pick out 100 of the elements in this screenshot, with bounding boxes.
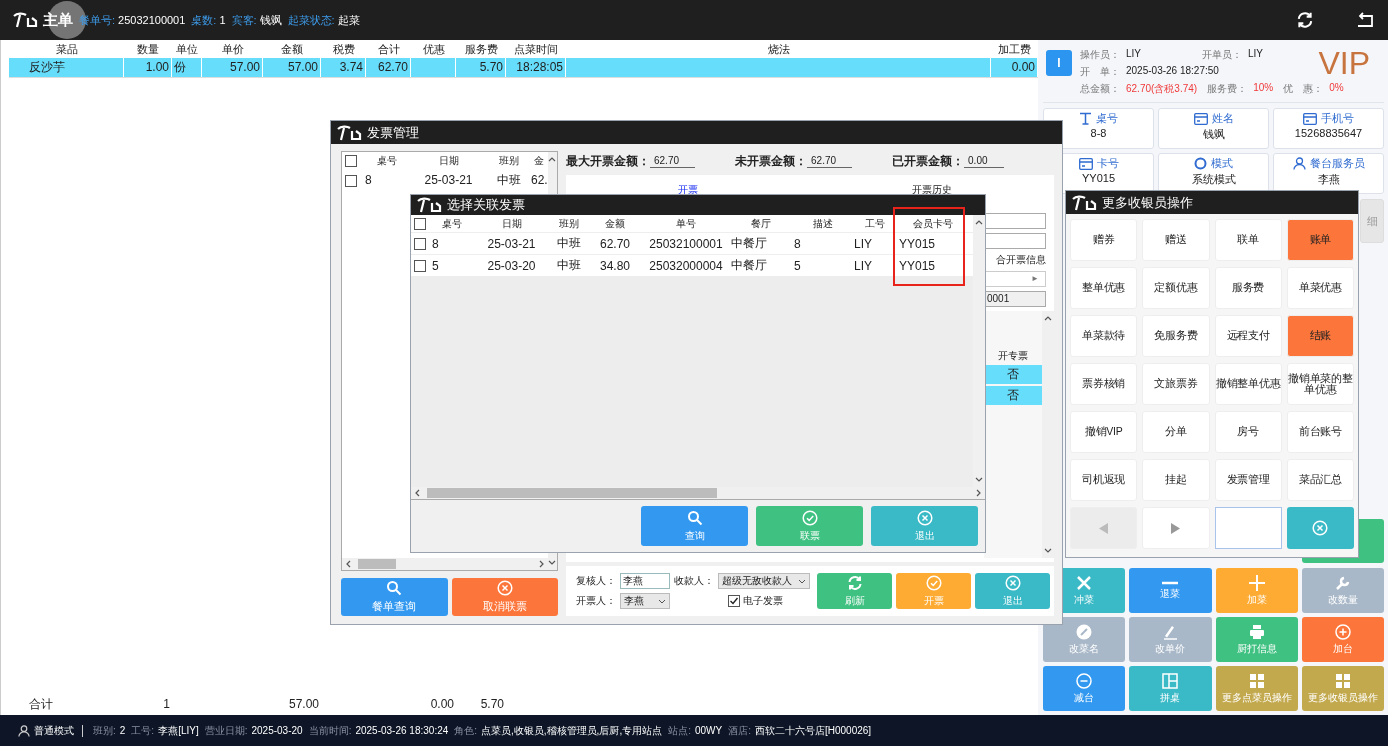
- field-label: 开票人：: [576, 594, 616, 608]
- scrollbar-thumb[interactable]: [427, 488, 717, 498]
- info-label: 服务费：: [1207, 82, 1249, 96]
- table-cell-text: 25-03-21: [423, 173, 474, 187]
- table-cell-text: 25-03-20: [486, 258, 537, 273]
- table-cell: 反沙芋: [9, 58, 124, 77]
- info-label: 操作员：: [1080, 48, 1121, 62]
- dropdown[interactable]: 超级无敌收款人: [718, 573, 810, 589]
- total-cell-text: 57.00: [287, 696, 320, 713]
- operation-button[interactable]: 房号: [1214, 411, 1282, 453]
- refresh-icon[interactable]: [1296, 11, 1314, 29]
- operation-button[interactable]: 远程支付: [1214, 315, 1282, 357]
- card-icon: [1303, 112, 1317, 125]
- checkbox[interactable]: [414, 260, 426, 273]
- operation-button[interactable]: 菜品汇总: [1286, 459, 1354, 501]
- input-field[interactable]: 李燕: [620, 573, 670, 589]
- status-label: 工号:: [131, 723, 155, 738]
- column-header: 描述: [811, 216, 834, 231]
- triangle-left-icon: [1099, 522, 1109, 534]
- amount-label: 未开票金额：: [735, 152, 808, 170]
- amount-label: 已开票金额：: [892, 152, 965, 170]
- chevron-up-icon[interactable]: [975, 219, 983, 225]
- grid-icon: [1248, 672, 1265, 689]
- table-row[interactable]: 反沙芋 1.00 份 57.00 57.00 3.74 62.70 5.70 18:28:05 0.00: [9, 58, 1038, 78]
- input-field[interactable]: [984, 233, 1046, 249]
- status-value: 00WY: [694, 725, 723, 736]
- chevron-left-icon[interactable]: [414, 489, 420, 497]
- operation-button[interactable]: 结账: [1286, 315, 1354, 357]
- info-card[interactable]: 手机号 15268835647: [1273, 108, 1384, 149]
- total-cell-text: 合计: [28, 696, 54, 713]
- vip-label: VIP: [1318, 48, 1370, 78]
- close-circle-icon: [916, 509, 933, 526]
- operation-button[interactable]: 撤销整单优惠: [1214, 363, 1282, 405]
- horizontal-scrollbar[interactable]: [342, 558, 548, 570]
- field-label: 复核人：: [576, 574, 616, 588]
- chevron-down-icon[interactable]: [548, 560, 557, 566]
- operation-button[interactable]: 前台账号: [1286, 411, 1354, 453]
- checkbox[interactable]: [345, 174, 357, 187]
- input-field[interactable]: 0001: [984, 291, 1046, 307]
- close-circle-icon: [1312, 520, 1329, 536]
- table-cell-text: 62.70: [599, 236, 631, 251]
- chevron-left-icon[interactable]: [345, 560, 351, 568]
- person-icon: [1292, 157, 1306, 170]
- search-icon: [686, 509, 703, 526]
- logo-icon: [1071, 194, 1099, 211]
- chevron-right-icon[interactable]: [976, 489, 982, 497]
- info-value: 2025-03-26 18:27:50: [1126, 65, 1219, 78]
- operation-button[interactable]: 撤销单菜的整单优惠: [1286, 363, 1354, 405]
- chevron-up-icon[interactable]: [548, 156, 557, 162]
- chevron-down-icon: [798, 578, 806, 584]
- back-icon[interactable]: [1356, 12, 1374, 28]
- chevron-down-icon[interactable]: [1044, 548, 1052, 554]
- checkbox[interactable]: [345, 155, 357, 168]
- operation-button[interactable]: 撤销VIP: [1070, 411, 1138, 453]
- card-label: 卡号: [1096, 156, 1119, 171]
- operation-button[interactable]: 单菜款待: [1070, 315, 1138, 357]
- operation-button[interactable]: 服务费: [1214, 267, 1282, 309]
- table-cell-text: 8: [364, 173, 373, 187]
- operation-button[interactable]: 分单: [1142, 411, 1210, 453]
- column-header: 金额: [604, 216, 626, 231]
- amount-value: 0.00: [964, 154, 1004, 168]
- checkbox[interactable]: [728, 595, 740, 607]
- total-cell-text: 5.70: [479, 696, 505, 713]
- column-header: 餐厅: [750, 216, 772, 231]
- operation-button[interactable]: 免服务费: [1142, 315, 1210, 357]
- info-card[interactable]: 姓名 钱飒: [1158, 108, 1269, 149]
- table-cell-text: 中班: [556, 235, 582, 252]
- amount-label: 最大开票金额：: [566, 152, 650, 170]
- dropdown[interactable]: 李燕: [620, 593, 670, 609]
- chevron-right-icon[interactable]: [538, 560, 545, 568]
- vertical-scrollbar[interactable]: [1042, 311, 1054, 558]
- operation-button[interactable]: 赠券: [1070, 219, 1138, 261]
- chevron-down-icon[interactable]: [975, 477, 983, 483]
- operation-button[interactable]: 文旅票券: [1142, 363, 1210, 405]
- chevron-up-icon[interactable]: [1044, 315, 1052, 321]
- layout-icon: [1162, 672, 1179, 689]
- column-header: 金额: [280, 42, 304, 57]
- dialog-title: 发票管理: [367, 123, 419, 142]
- input-field[interactable]: [984, 213, 1046, 229]
- column-header: 单号: [675, 216, 697, 231]
- operation-button[interactable]: 司机返现: [1070, 459, 1138, 501]
- checkbox[interactable]: [414, 238, 426, 251]
- tab[interactable]: 开票: [566, 183, 810, 197]
- section-label: 合开票信息: [995, 253, 1046, 267]
- wrench-icon: [1334, 574, 1351, 591]
- input-field[interactable]: [1214, 507, 1282, 549]
- table-cell-text: 8: [793, 236, 802, 251]
- operation-button[interactable]: 整单优惠: [1070, 267, 1138, 309]
- operation-button[interactable]: 联单: [1214, 219, 1282, 261]
- table-cell: 否: [984, 386, 1042, 405]
- info-card[interactable]: 餐台服务员 李燕: [1273, 153, 1384, 194]
- checkbox[interactable]: [414, 217, 426, 230]
- operation-button[interactable]: 票券核销: [1070, 363, 1138, 405]
- operation-button[interactable]: 账单: [1286, 219, 1354, 261]
- operation-button[interactable]: 发票管理: [1214, 459, 1282, 501]
- scrollbar-thumb[interactable]: [358, 559, 396, 569]
- operation-button[interactable]: 定额优惠: [1142, 267, 1210, 309]
- operation-button[interactable]: 单菜优惠: [1286, 267, 1354, 309]
- operation-button[interactable]: 挂起: [1142, 459, 1210, 501]
- operation-button[interactable]: 赠送: [1142, 219, 1210, 261]
